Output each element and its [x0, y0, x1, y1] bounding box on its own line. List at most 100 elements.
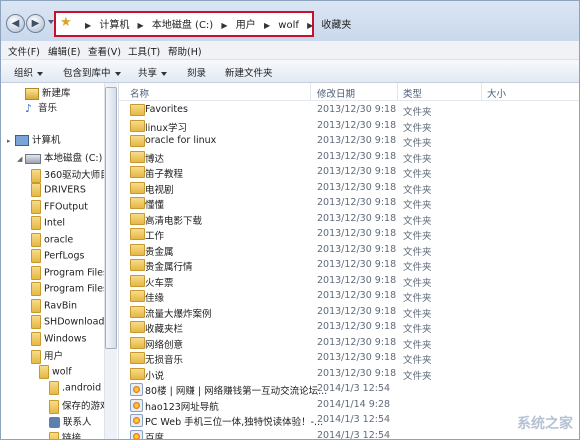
menu-tools[interactable]: 工具(T)	[128, 44, 160, 58]
breadcrumb-item-favorites[interactable]: 收藏夹	[321, 16, 351, 31]
nav-item-computer[interactable]: ▸ 计算机	[7, 132, 61, 146]
file-date: 2013/12/30 9:18	[317, 259, 397, 270]
nav-item-folder[interactable]: RavBin	[31, 299, 77, 313]
command-bar: 组织 包含到库中 共享 刻录 新建文件夹	[1, 60, 579, 83]
nav-item-folder[interactable]: Intel	[31, 216, 65, 230]
nav-item-folder[interactable]: 360驱动大师目	[31, 167, 110, 183]
file-row[interactable]: 火车票 2013/12/30 9:18 文件夹	[119, 273, 579, 289]
breadcrumb-item-drive-c[interactable]: 本地磁盘 (C:)	[152, 16, 213, 31]
forward-button[interactable]: ▶	[26, 14, 45, 33]
menu-edit[interactable]: 编辑(E)	[48, 44, 80, 58]
menu-help[interactable]: 帮助(H)	[168, 44, 202, 58]
file-row[interactable]: 贵金属 2013/12/30 9:18 文件夹	[119, 242, 579, 258]
column-size[interactable]: 大小	[487, 86, 506, 100]
breadcrumb-separator-icon[interactable]: ▶	[138, 21, 144, 30]
file-date: 2013/12/30 9:18	[317, 104, 397, 115]
breadcrumb-separator-icon[interactable]: ▶	[264, 21, 270, 30]
file-type: 文件夹	[403, 107, 432, 118]
breadcrumb-item-users[interactable]: 用户	[236, 16, 256, 31]
nav-item-folder[interactable]: wolf	[39, 365, 72, 379]
breadcrumb-separator-icon[interactable]: ▶	[307, 21, 313, 30]
nav-item-folder[interactable]: Program Files	[31, 282, 108, 296]
contacts-icon	[49, 417, 60, 428]
web-link-icon	[130, 429, 143, 439]
include-in-library-button[interactable]: 包含到库中	[63, 65, 121, 79]
column-name[interactable]: 名称	[130, 86, 149, 100]
file-type: 文件夹	[403, 277, 432, 289]
burn-button[interactable]: 刻录	[187, 65, 206, 79]
nav-item-folder[interactable]: Windows	[31, 332, 86, 346]
nav-item-label: 链接	[62, 433, 82, 439]
file-row[interactable]: 佳缘 2013/12/30 9:18 文件夹	[119, 288, 579, 304]
breadcrumb-item-wolf[interactable]: wolf	[278, 20, 299, 31]
nav-item-folder[interactable]: .android	[49, 381, 101, 395]
nav-item-label: RavBin	[44, 300, 78, 312]
file-row[interactable]: 百度 2014/1/3 12:54	[119, 428, 579, 439]
column-date[interactable]: 修改日期	[317, 86, 355, 100]
back-button[interactable]: ◀	[6, 14, 25, 33]
nav-item-folder[interactable]: 用户	[31, 348, 63, 364]
column-separator[interactable]	[310, 83, 311, 100]
address-bar[interactable]: ★ ▶ 计算机 ▶ 本地磁盘 (C:) ▶ 用户 ▶ wolf ▶ 收藏夹	[54, 11, 351, 37]
file-date: 2013/12/30 9:18	[317, 243, 397, 255]
expand-arrow-icon[interactable]: ▸	[7, 137, 15, 145]
file-row[interactable]: 高清电影下载 2013/12/30 9:18 文件夹	[119, 211, 579, 227]
file-row[interactable]: Favorites 2013/12/30 9:18 文件夹	[119, 102, 579, 118]
nav-item-folder[interactable]: DRIVERS	[31, 183, 86, 197]
share-button[interactable]: 共享	[138, 65, 168, 79]
nav-item-folder[interactable]: Program Files	[31, 266, 108, 280]
file-row[interactable]: 小说 2013/12/30 9:18 文件夹	[119, 366, 579, 382]
nav-item-folder[interactable]: SHDownload	[31, 315, 104, 329]
file-row[interactable]: 工作 2013/12/30 9:18 文件夹	[119, 226, 579, 242]
explorer-window: ◀ ▶ ★ ▶ 计算机 ▶ 本地磁盘 (C:) ▶ 用户 ▶ wolf ▶ 收藏…	[0, 0, 580, 440]
menu-file[interactable]: 文件(F)	[8, 44, 40, 58]
nav-item-label: Program Files	[44, 267, 108, 279]
file-row[interactable]: 电视剧 2013/12/30 9:18 文件夹	[119, 180, 579, 196]
file-row[interactable]: 贵金属行情 2013/12/30 9:18 文件夹	[119, 257, 579, 273]
file-type: 文件夹	[403, 138, 432, 149]
file-row[interactable]: 收藏夹栏 2013/12/30 9:18 文件夹	[119, 319, 579, 335]
nav-item-drive-c[interactable]: ◢ 本地磁盘 (C:)	[17, 150, 102, 164]
file-row[interactable]: 笛子教程 2013/12/30 9:18 文件夹	[119, 164, 579, 180]
nav-item-links[interactable]: 链接	[49, 430, 81, 439]
nav-item-music[interactable]: ♪ 音乐	[25, 100, 57, 114]
file-row[interactable]: 博达 2013/12/30 9:18 文件夹	[119, 149, 579, 165]
folder-icon	[31, 200, 41, 214]
breadcrumb-separator-icon[interactable]: ▶	[221, 21, 227, 30]
file-type: 文件夹	[403, 200, 432, 211]
column-separator[interactable]	[481, 83, 482, 100]
breadcrumb-item-computer[interactable]: 计算机	[99, 16, 129, 31]
file-row[interactable]: 流量大爆炸案例 2013/12/30 9:18 文件夹	[119, 304, 579, 320]
nav-item-folder[interactable]: FFOutput	[31, 200, 88, 214]
file-date: 2014/1/3 12:54	[317, 383, 391, 394]
nav-item-contacts[interactable]: 联系人	[49, 414, 92, 428]
breadcrumb-separator-icon[interactable]: ▶	[85, 21, 91, 30]
file-row[interactable]: hao123网址导航 2014/1/14 9:28	[119, 397, 579, 413]
file-row[interactable]: 网络创意 2013/12/30 9:18 文件夹	[119, 335, 579, 351]
favorites-star-icon: ★	[60, 15, 72, 30]
nav-item-label: DRIVERS	[44, 184, 86, 196]
new-folder-button[interactable]: 新建文件夹	[225, 65, 273, 79]
collapse-arrow-icon[interactable]: ◢	[17, 155, 25, 163]
breadcrumb: ▶ 计算机 ▶ 本地磁盘 (C:) ▶ 用户 ▶ wolf ▶ 收藏夹	[80, 16, 351, 31]
file-row[interactable]: linux学习 2013/12/30 9:18 文件夹	[119, 118, 579, 134]
file-date: 2013/12/30 9:18	[317, 367, 397, 379]
file-row[interactable]: PC Web 手机三位一体,独特悦读体验！-... 2014/1/3 12:54	[119, 412, 579, 428]
file-row[interactable]: 懂懂 2013/12/30 9:18 文件夹	[119, 195, 579, 211]
file-row[interactable]: 无损音乐 2013/12/30 9:18 文件夹	[119, 350, 579, 366]
file-name: linux学习	[145, 122, 187, 134]
nav-item-new-library[interactable]: 新建库	[25, 85, 71, 100]
nav-scrollbar-thumb[interactable]	[105, 87, 117, 349]
organize-button[interactable]: 组织	[14, 65, 44, 79]
nav-item-label: PerfLogs	[44, 250, 85, 262]
nav-item-folder[interactable]: oracle	[31, 233, 73, 247]
column-separator[interactable]	[397, 83, 398, 100]
file-row[interactable]: 80楼 | 网赚 | 网络赚钱第一互动交流论坛... 2014/1/3 12:54	[119, 381, 579, 397]
nav-item-folder[interactable]: 保存的游戏	[49, 398, 110, 414]
file-name: 工作	[145, 231, 165, 242]
file-row[interactable]: oracle for linux 2013/12/30 9:18 文件夹	[119, 133, 579, 149]
nav-item-folder[interactable]: PerfLogs	[31, 249, 84, 263]
column-type[interactable]: 类型	[403, 86, 422, 100]
menu-view[interactable]: 查看(V)	[88, 44, 121, 58]
file-name: hao123网址导航	[145, 401, 219, 413]
